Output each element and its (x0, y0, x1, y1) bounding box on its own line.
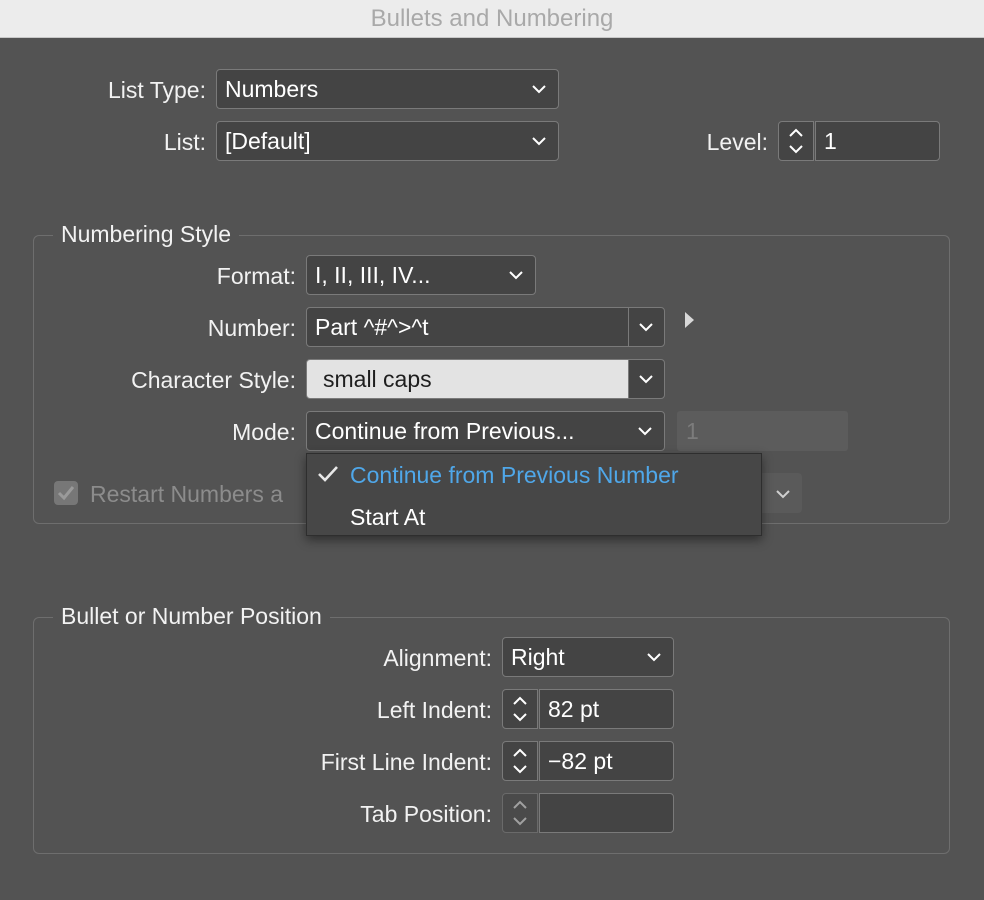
list-type-select[interactable]: Numbers (216, 69, 559, 109)
list-label: List: (163, 129, 206, 155)
number-label: Number: (207, 315, 296, 341)
first-line-indent-field[interactable]: −82 pt (539, 741, 674, 781)
format-select[interactable]: I, II, III, IV... (306, 255, 536, 295)
start-at-field: 1 (677, 411, 848, 451)
mode-dropdown-menu: Continue from Previous Number Start At (306, 453, 762, 536)
chevron-down-icon (645, 638, 663, 676)
chevron-down-icon (530, 122, 548, 160)
mode-select[interactable]: Continue from Previous... (306, 411, 665, 451)
restart-numbers-checkbox[interactable] (54, 481, 78, 505)
triangle-right-icon[interactable] (682, 310, 696, 330)
format-label: Format: (216, 263, 296, 289)
level-stepper[interactable] (778, 121, 814, 161)
number-dropdown-button[interactable] (628, 307, 665, 347)
list-value: [Default] (225, 128, 311, 154)
left-indent-field[interactable]: 82 pt (539, 689, 674, 729)
level-label: Level: (706, 129, 768, 155)
first-line-indent-label: First Line Indent: (320, 749, 492, 775)
tab-position-field[interactable] (539, 793, 674, 833)
format-value: I, II, III, IV... (315, 262, 431, 288)
checkmark-icon (317, 463, 339, 485)
title-bar: Bullets and Numbering (0, 0, 984, 38)
chevron-down-icon (507, 256, 525, 294)
stepper-arrows-icon (513, 696, 527, 722)
list-type-value: Numbers (225, 76, 319, 102)
menu-item-start-at[interactable]: Start At (307, 497, 761, 537)
restart-numbers-label: Restart Numbers a (90, 481, 284, 507)
checkmark-icon (57, 486, 75, 501)
first-line-indent-stepper[interactable] (502, 741, 538, 781)
tab-position-stepper[interactable] (502, 793, 538, 833)
stepper-arrows-icon (789, 128, 803, 154)
alignment-label: Alignment: (383, 645, 492, 671)
window-title: Bullets and Numbering (370, 5, 614, 32)
tab-position-label: Tab Position: (360, 801, 492, 827)
list-select[interactable]: [Default] (216, 121, 559, 161)
numbering-style-title: Numbering Style (53, 219, 240, 249)
chevron-down-icon (530, 70, 548, 108)
chevron-down-icon (776, 490, 790, 499)
restart-dropdown-button (762, 473, 802, 513)
chevron-down-icon (639, 323, 653, 332)
mode-label: Mode: (232, 419, 296, 445)
level-field[interactable]: 1 (815, 121, 940, 161)
menu-item-continue[interactable]: Continue from Previous Number (307, 455, 761, 495)
left-indent-label: Left Indent: (376, 697, 492, 723)
list-type-label: List Type: (107, 77, 206, 103)
position-title: Bullet or Number Position (53, 601, 330, 631)
chevron-down-icon (639, 375, 653, 384)
alignment-value: Right (511, 644, 565, 670)
stepper-arrows-icon (513, 800, 527, 826)
left-indent-stepper[interactable] (502, 689, 538, 729)
alignment-select[interactable]: Right (502, 637, 674, 677)
mode-value: Continue from Previous... (315, 418, 575, 444)
character-style-label: Character Style: (131, 367, 296, 393)
menu-item-start-at-label: Start At (350, 504, 426, 530)
number-field[interactable]: Part ^#^>^t (306, 307, 629, 347)
chevron-down-icon (636, 412, 654, 450)
character-style-dropdown-button[interactable] (628, 359, 665, 399)
stepper-arrows-icon (513, 748, 527, 774)
menu-item-continue-label: Continue from Previous Number (350, 462, 679, 488)
character-style-field[interactable]: small caps (306, 359, 629, 399)
